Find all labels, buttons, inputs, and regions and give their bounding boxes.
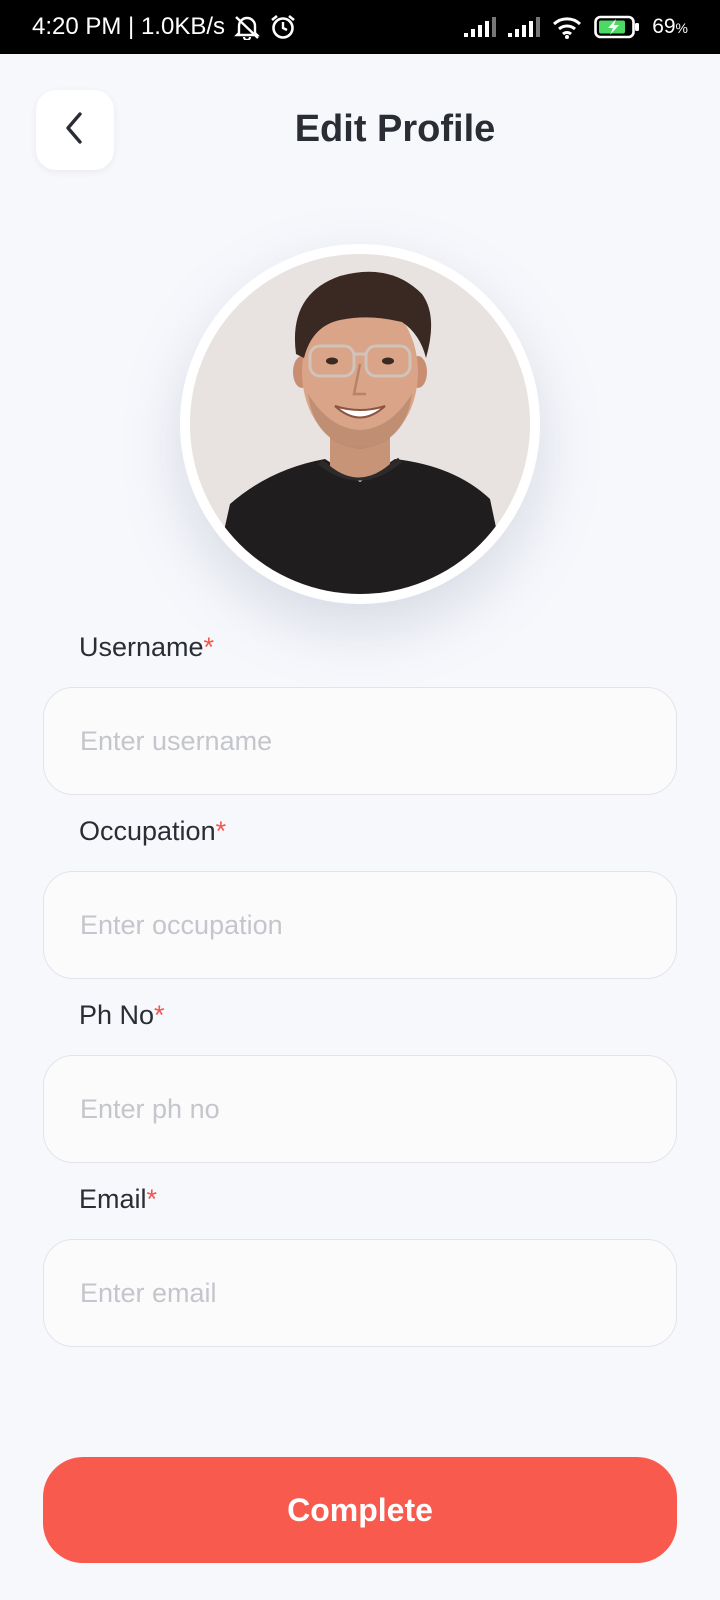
occupation-input[interactable] xyxy=(43,871,677,979)
signal-icon xyxy=(508,17,541,37)
avatar-frame xyxy=(180,244,540,604)
wifi-icon xyxy=(552,15,582,39)
alarm-icon xyxy=(269,13,297,41)
status-right: 69% xyxy=(464,15,688,39)
mute-icon xyxy=(233,14,261,40)
status-bar: 4:20 PM | 1.0KB/s 69% xyxy=(0,0,720,54)
signal-icon xyxy=(464,17,497,37)
occupation-label: Occupation* xyxy=(79,816,227,846)
status-left: 4:20 PM | 1.0KB/s xyxy=(32,13,297,41)
avatar[interactable] xyxy=(190,254,530,594)
battery-charging-icon xyxy=(594,15,640,39)
phone-input[interactable] xyxy=(43,1055,677,1163)
username-label: Username* xyxy=(79,632,215,662)
status-time: 4:20 PM | 1.0KB/s xyxy=(32,13,225,40)
username-input[interactable] xyxy=(43,687,677,795)
email-input[interactable] xyxy=(43,1239,677,1347)
page-title: Edit Profile xyxy=(294,108,496,150)
battery-percent: 69% xyxy=(652,15,688,38)
complete-button[interactable]: Complete xyxy=(43,1457,677,1563)
email-label: Email* xyxy=(79,1184,158,1214)
phone-label: Ph No* xyxy=(79,1000,165,1030)
profile-photo xyxy=(190,254,530,594)
